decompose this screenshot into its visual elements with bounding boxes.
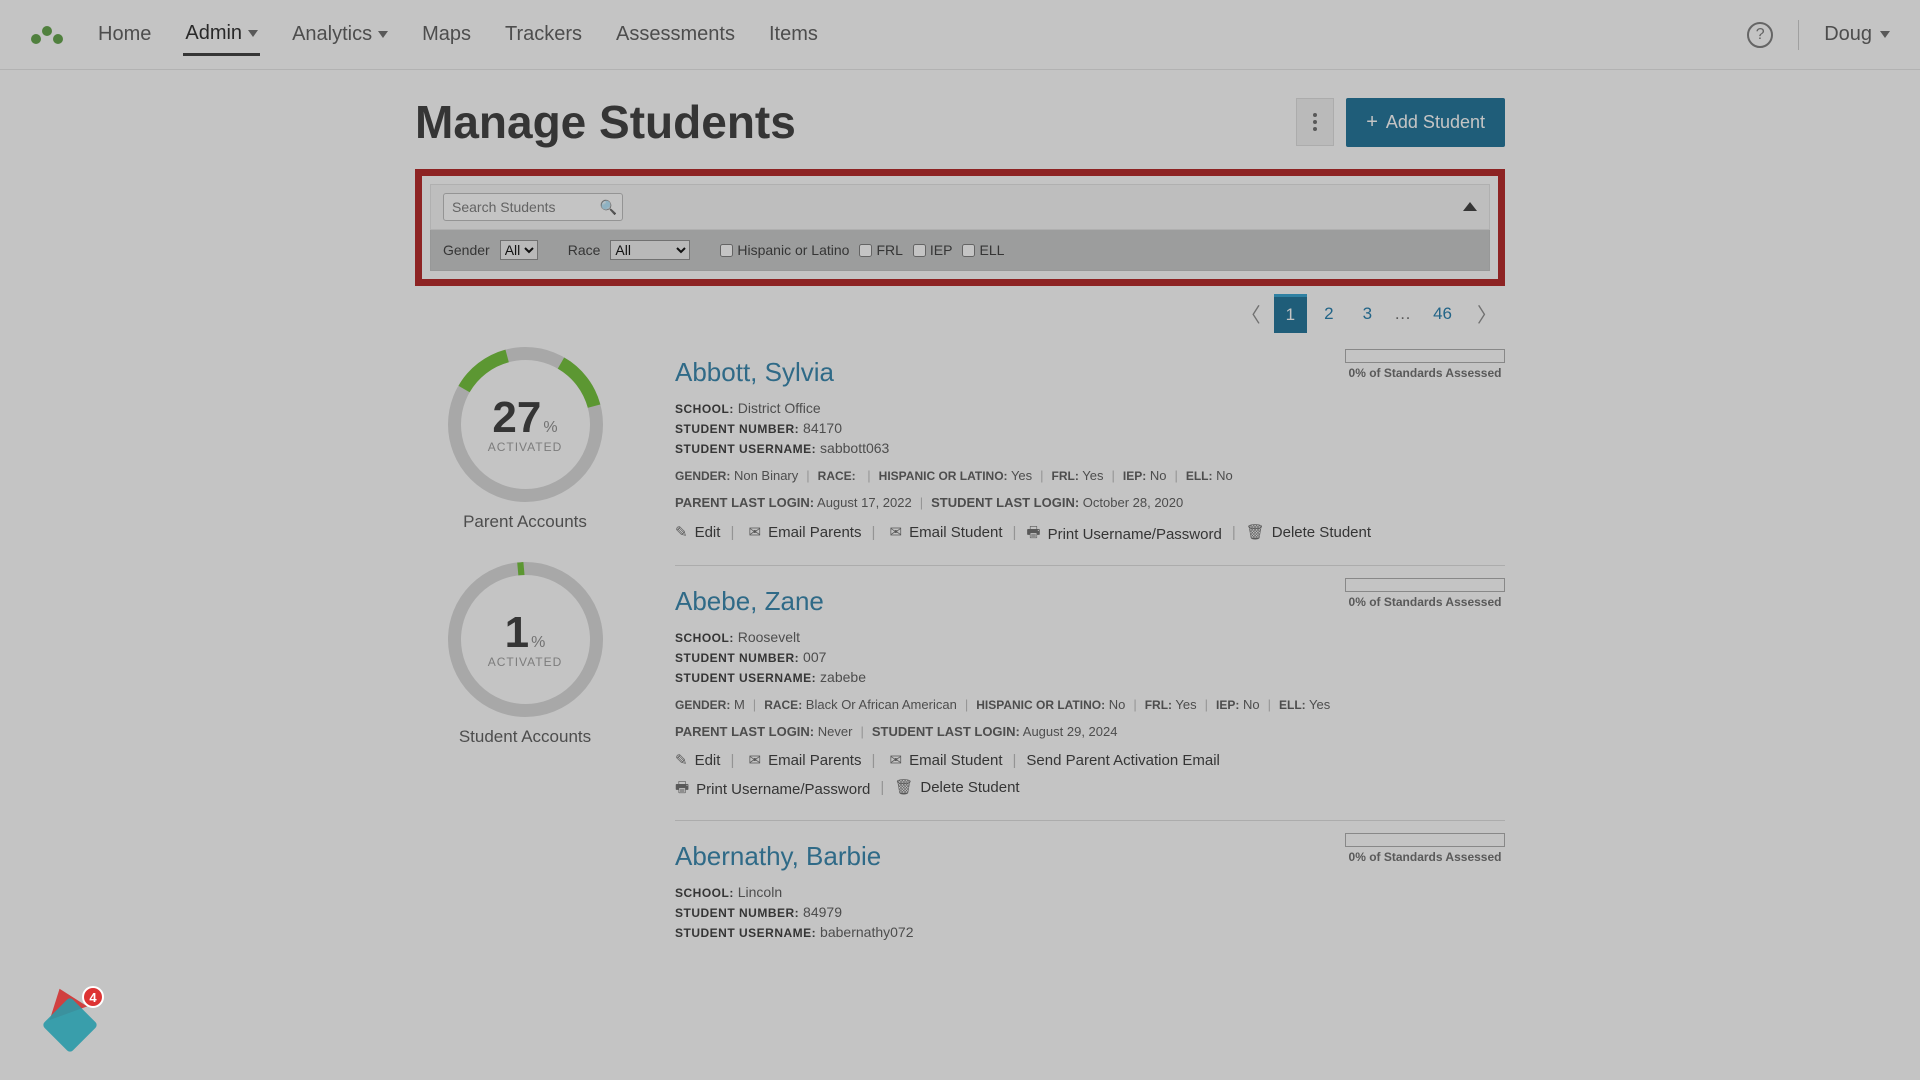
chevron-down-icon (378, 31, 388, 38)
school-line: SCHOOL: District Office (675, 400, 1505, 416)
frl-checkbox[interactable] (859, 244, 872, 257)
demographics-line: GENDER: M|RACE: Black Or African America… (675, 697, 1505, 712)
username-line: STUDENT USERNAME: babernathy072 (675, 924, 1505, 940)
login-line: PARENT LAST LOGIN: Never|STUDENT LAST LO… (675, 724, 1505, 739)
chevron-down-icon (248, 30, 258, 37)
student-row: 0% of Standards Assessed Abbott, Sylvia … (675, 347, 1505, 566)
progress-bar (1345, 349, 1505, 363)
number-line: STUDENT NUMBER: 84979 (675, 904, 1505, 920)
trash-icon: 🗑 (894, 778, 913, 796)
progress-text: 0% of Standards Assessed (1345, 850, 1505, 864)
edit-icon: ✎ (675, 751, 688, 769)
trash-icon: 🗑 (1246, 523, 1265, 541)
ell-filter[interactable]: ELL (962, 242, 1004, 258)
page-title: Manage Students (415, 95, 1296, 149)
notification-count: 4 (82, 986, 104, 1008)
student-actions: ✎Edit| ✉Email Parents| ✉Email Student|Se… (675, 751, 1505, 802)
page-3[interactable]: 3 (1351, 296, 1384, 332)
top-nav: Home Admin Analytics Maps Trackers Asses… (0, 0, 1920, 70)
mail-icon: ✉ (749, 523, 762, 541)
print-icon: 🖶 (675, 777, 689, 802)
progress-bar (1345, 833, 1505, 847)
number-line: STUDENT NUMBER: 007 (675, 649, 1505, 665)
chevron-up-icon (1463, 202, 1477, 211)
nav-admin[interactable]: Admin (183, 14, 260, 56)
help-icon[interactable]: ? (1747, 22, 1773, 48)
frl-filter[interactable]: FRL (859, 242, 902, 258)
iep-filter[interactable]: IEP (913, 242, 953, 258)
school-line: SCHOOL: Lincoln (675, 884, 1505, 900)
page-1[interactable]: 1 (1274, 294, 1307, 333)
nav-items[interactable]: Items (767, 15, 820, 54)
student-actions: ✎Edit| ✉Email Parents| ✉Email Student|🖶P… (675, 522, 1505, 547)
parent-accounts-label: Parent Accounts (415, 512, 635, 532)
progress-text: 0% of Standards Assessed (1345, 366, 1505, 380)
mail-icon: ✉ (890, 523, 903, 541)
progress-text: 0% of Standards Assessed (1345, 595, 1505, 609)
iep-checkbox[interactable] (913, 244, 926, 257)
hispanic-checkbox[interactable] (720, 244, 733, 257)
standards-progress: 0% of Standards Assessed (1345, 833, 1505, 864)
nav-home[interactable]: Home (96, 15, 153, 54)
chevron-down-icon (1880, 31, 1890, 38)
email-parents-link[interactable]: ✉Email Parents (749, 523, 862, 541)
student-accounts-label: Student Accounts (415, 727, 635, 747)
race-filter-select[interactable]: All (610, 240, 690, 260)
page-last[interactable]: 46 (1421, 296, 1464, 332)
page-prev[interactable]: 〈 (1233, 294, 1269, 333)
hispanic-filter[interactable]: Hispanic or Latino (720, 242, 849, 258)
parent-accounts-donut: 27% ACTIVATED (448, 347, 603, 502)
collapse-filters-button[interactable] (1463, 198, 1477, 216)
email-parents-link[interactable]: ✉Email Parents (749, 751, 862, 769)
page-ellipsis: … (1389, 296, 1416, 332)
standards-progress: 0% of Standards Assessed (1345, 349, 1505, 380)
email-student-link[interactable]: ✉Email Student (890, 523, 1003, 541)
nav-maps[interactable]: Maps (420, 15, 473, 54)
send-activation-link[interactable]: Send Parent Activation Email (1026, 752, 1219, 769)
mail-icon: ✉ (890, 751, 903, 769)
progress-bar (1345, 578, 1505, 592)
page-next[interactable]: 〉 (1469, 294, 1505, 333)
standards-progress: 0% of Standards Assessed (1345, 578, 1505, 609)
separator (1798, 20, 1799, 50)
nav-analytics[interactable]: Analytics (290, 15, 390, 54)
page-2[interactable]: 2 (1312, 296, 1345, 332)
more-actions-button[interactable] (1296, 98, 1334, 146)
gender-filter-select[interactable]: All (500, 240, 538, 260)
login-line: PARENT LAST LOGIN: August 17, 2022|STUDE… (675, 495, 1505, 510)
print-icon: 🖶 (1026, 522, 1040, 547)
nav-trackers[interactable]: Trackers (503, 15, 584, 54)
student-row: 0% of Standards Assessed Abebe, Zane SCH… (675, 576, 1505, 821)
user-menu[interactable]: Doug (1824, 23, 1890, 46)
edit-link[interactable]: ✎Edit (675, 751, 720, 769)
print-credentials-link[interactable]: 🖶Print Username/Password (675, 777, 870, 802)
highlighted-filter-region: 🔍 Gender All Race All Hispanic or Latino… (415, 169, 1505, 286)
email-student-link[interactable]: ✉Email Student (890, 751, 1003, 769)
notifications-widget[interactable]: 4 (40, 990, 100, 1050)
race-filter-label: Race (568, 242, 601, 258)
plus-icon: + (1366, 112, 1378, 132)
student-accounts-donut: 1% ACTIVATED (448, 562, 603, 717)
student-row: 0% of Standards Assessed Abernathy, Barb… (675, 831, 1505, 962)
school-line: SCHOOL: Roosevelt (675, 629, 1505, 645)
pagination: 〈 1 2 3 … 46 〉 (415, 294, 1505, 333)
number-line: STUDENT NUMBER: 84170 (675, 420, 1505, 436)
print-credentials-link[interactable]: 🖶Print Username/Password (1026, 522, 1221, 547)
nav-assessments[interactable]: Assessments (614, 15, 737, 54)
ell-checkbox[interactable] (962, 244, 975, 257)
username-line: STUDENT USERNAME: sabbott063 (675, 440, 1505, 456)
username-line: STUDENT USERNAME: zabebe (675, 669, 1505, 685)
delete-student-link[interactable]: 🗑Delete Student (894, 778, 1019, 796)
mail-icon: ✉ (749, 751, 762, 769)
demographics-line: GENDER: Non Binary|RACE: |HISPANIC OR LA… (675, 468, 1505, 483)
add-student-button[interactable]: +Add Student (1346, 98, 1505, 147)
delete-student-link[interactable]: 🗑Delete Student (1246, 523, 1371, 541)
edit-link[interactable]: ✎Edit (675, 523, 720, 541)
gender-filter-label: Gender (443, 242, 490, 258)
logo (30, 30, 66, 40)
search-input[interactable] (443, 193, 623, 221)
edit-icon: ✎ (675, 523, 688, 541)
